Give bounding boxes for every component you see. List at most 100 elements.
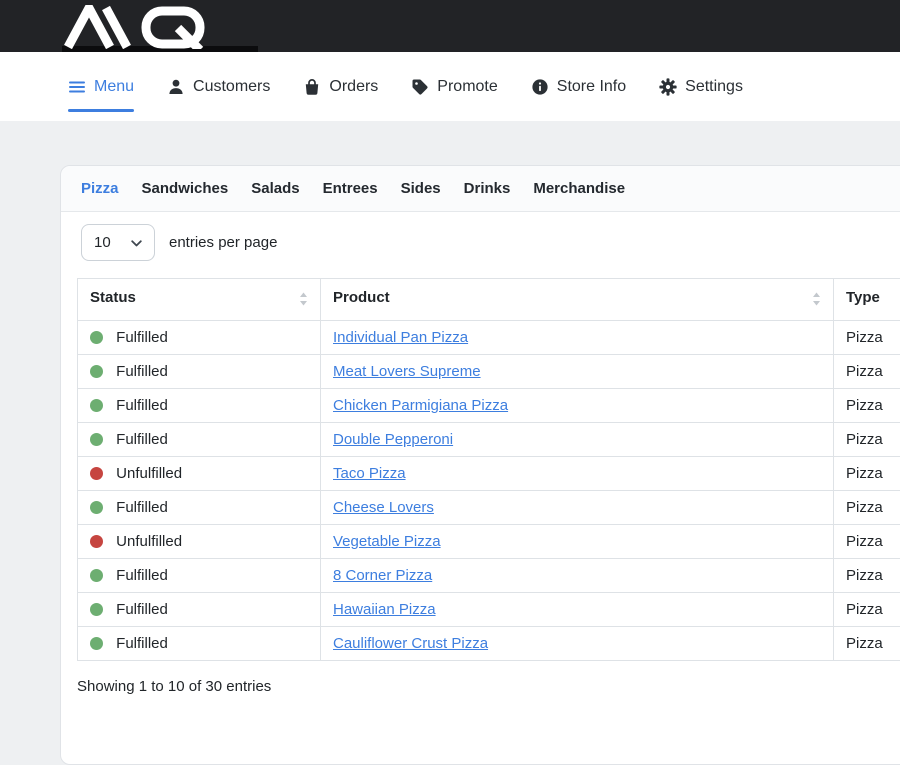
- product-cell: Chicken Parmigiana Pizza: [321, 389, 834, 423]
- column-header-status[interactable]: Status: [78, 279, 321, 321]
- brand-logo: [62, 5, 252, 49]
- nav-item-orders[interactable]: Orders: [303, 78, 378, 96]
- nav-item-customers[interactable]: Customers: [167, 78, 270, 96]
- nav-item-label: Promote: [437, 78, 497, 96]
- table-row: Fulfilled Meat Lovers Supreme Pizza: [78, 355, 900, 389]
- status-label: Fulfilled: [116, 635, 168, 652]
- menu-card: Pizza Sandwiches Salads Entrees Sides Dr…: [60, 165, 900, 765]
- products-table: Status Product Type: [77, 278, 900, 661]
- product-cell: Taco Pizza: [321, 457, 834, 491]
- status-dot-icon: [90, 467, 103, 480]
- status-label: Fulfilled: [116, 363, 168, 380]
- nav-item-label: Store Info: [557, 78, 626, 96]
- nav-item-menu[interactable]: Menu: [68, 78, 134, 96]
- product-link[interactable]: Taco Pizza: [333, 465, 406, 482]
- nav-item-settings[interactable]: Settings: [659, 78, 743, 96]
- status-dot-icon: [90, 433, 103, 446]
- app-header: AIQ: [0, 0, 900, 52]
- status-dot-icon: [90, 569, 103, 582]
- nav-item-label: Settings: [685, 78, 743, 96]
- product-link[interactable]: Cauliflower Crust Pizza: [333, 635, 488, 652]
- table-controls: 10 entries per page: [61, 212, 900, 278]
- tab-salads[interactable]: Salads: [251, 180, 299, 197]
- type-cell: Pizza: [834, 321, 900, 355]
- product-cell: Vegetable Pizza: [321, 525, 834, 559]
- status-cell: Fulfilled: [78, 321, 321, 355]
- status-cell: Fulfilled: [78, 627, 321, 661]
- table-row: Fulfilled Individual Pan Pizza Pizza: [78, 321, 900, 355]
- nav-item-label: Customers: [193, 78, 270, 96]
- tab-entrees[interactable]: Entrees: [323, 180, 378, 197]
- product-link[interactable]: Hawaiian Pizza: [333, 601, 436, 618]
- table-row: Fulfilled Cheese Lovers Pizza: [78, 491, 900, 525]
- entries-per-page-value: 10: [94, 234, 111, 251]
- tab-drinks[interactable]: Drinks: [464, 180, 511, 197]
- table-row: Fulfilled Chicken Parmigiana Pizza Pizza: [78, 389, 900, 423]
- table-row: Fulfilled Double Pepperoni Pizza: [78, 423, 900, 457]
- column-header-type[interactable]: Type: [834, 279, 900, 321]
- product-link[interactable]: Meat Lovers Supreme: [333, 363, 481, 380]
- product-cell: Cheese Lovers: [321, 491, 834, 525]
- status-cell: Fulfilled: [78, 389, 321, 423]
- nav-item-label: Menu: [94, 78, 134, 96]
- product-cell: Meat Lovers Supreme: [321, 355, 834, 389]
- entries-per-page-label: entries per page: [169, 234, 277, 251]
- status-label: Fulfilled: [116, 329, 168, 346]
- status-label: Fulfilled: [116, 431, 168, 448]
- type-cell: Pizza: [834, 457, 900, 491]
- status-dot-icon: [90, 501, 103, 514]
- status-cell: Unfulfilled: [78, 525, 321, 559]
- brand-name: AIQ: [0, 0, 1, 1]
- nav-item-promote[interactable]: Promote: [411, 78, 497, 96]
- type-cell: Pizza: [834, 627, 900, 661]
- tab-sandwiches[interactable]: Sandwiches: [142, 180, 229, 197]
- product-link[interactable]: Vegetable Pizza: [333, 533, 441, 550]
- category-tabs: Pizza Sandwiches Salads Entrees Sides Dr…: [61, 166, 900, 212]
- info-icon: [531, 78, 549, 96]
- status-dot-icon: [90, 637, 103, 650]
- entries-summary: Showing 1 to 10 of 30 entries: [77, 678, 900, 695]
- table-body: Fulfilled Individual Pan Pizza Pizza Ful…: [78, 321, 900, 661]
- type-cell: Pizza: [834, 423, 900, 457]
- product-cell: Double Pepperoni: [321, 423, 834, 457]
- status-cell: Fulfilled: [78, 593, 321, 627]
- table-row: Fulfilled 8 Corner Pizza Pizza: [78, 559, 900, 593]
- status-dot-icon: [90, 399, 103, 412]
- main-nav: Menu Customers Orders Promote Store Info…: [0, 52, 900, 121]
- product-cell: 8 Corner Pizza: [321, 559, 834, 593]
- sort-icon[interactable]: [299, 292, 308, 310]
- table-row: Unfulfilled Taco Pizza Pizza: [78, 457, 900, 491]
- product-link[interactable]: Cheese Lovers: [333, 499, 434, 516]
- status-cell: Fulfilled: [78, 491, 321, 525]
- tab-sides[interactable]: Sides: [401, 180, 441, 197]
- status-label: Fulfilled: [116, 397, 168, 414]
- tab-pizza[interactable]: Pizza: [81, 180, 119, 197]
- column-header-product[interactable]: Product: [321, 279, 834, 321]
- status-dot-icon: [90, 603, 103, 616]
- status-label: Fulfilled: [116, 601, 168, 618]
- table-row: Unfulfilled Vegetable Pizza Pizza: [78, 525, 900, 559]
- type-cell: Pizza: [834, 525, 900, 559]
- table-row: Fulfilled Hawaiian Pizza Pizza: [78, 593, 900, 627]
- status-label: Unfulfilled: [116, 465, 182, 482]
- status-cell: Fulfilled: [78, 559, 321, 593]
- sort-icon[interactable]: [812, 292, 821, 310]
- entries-per-page-select[interactable]: 10: [81, 224, 155, 261]
- nav-item-store-info[interactable]: Store Info: [531, 78, 626, 96]
- status-label: Unfulfilled: [116, 533, 182, 550]
- product-link[interactable]: 8 Corner Pizza: [333, 567, 432, 584]
- product-link[interactable]: Individual Pan Pizza: [333, 329, 468, 346]
- product-link[interactable]: Double Pepperoni: [333, 431, 453, 448]
- tag-icon: [411, 78, 429, 96]
- nav-item-label: Orders: [329, 78, 378, 96]
- status-cell: Unfulfilled: [78, 457, 321, 491]
- type-cell: Pizza: [834, 559, 900, 593]
- tab-merchandise[interactable]: Merchandise: [533, 180, 625, 197]
- gear-icon: [659, 78, 677, 96]
- status-dot-icon: [90, 365, 103, 378]
- type-cell: Pizza: [834, 491, 900, 525]
- product-link[interactable]: Chicken Parmigiana Pizza: [333, 397, 508, 414]
- type-cell: Pizza: [834, 355, 900, 389]
- hamburger-icon: [68, 78, 86, 96]
- status-label: Fulfilled: [116, 567, 168, 584]
